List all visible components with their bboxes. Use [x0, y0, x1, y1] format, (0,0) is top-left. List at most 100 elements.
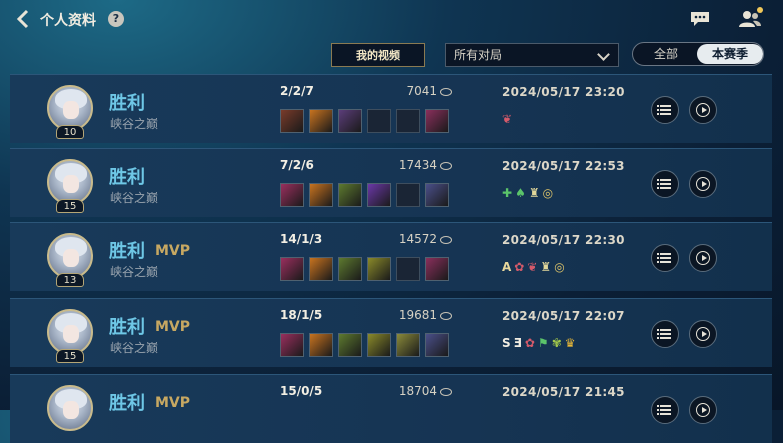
achievement-badge: ◎ [542, 185, 554, 200]
achievement-badge: ♛ [564, 335, 576, 350]
replay-button[interactable] [689, 244, 717, 272]
item-slot[interactable] [338, 183, 362, 207]
hero-level-badge: 13 [56, 273, 84, 287]
notification-dot [757, 7, 763, 13]
gold-coin-icon [440, 87, 452, 96]
season-toggle: 全部 本赛季 [632, 42, 764, 66]
item-slot[interactable] [280, 333, 304, 357]
kda: 15/0/5 [280, 384, 323, 398]
toggle-all[interactable]: 全部 [633, 43, 699, 65]
achievement-badge: Ǝ [513, 335, 522, 350]
empty-item-slot [396, 109, 420, 133]
replay-button[interactable] [689, 396, 717, 424]
hero-level-badge: 15 [56, 199, 84, 213]
mvp-label: MVP [155, 395, 191, 411]
achievement-badge: ✚ [502, 185, 513, 200]
match-result: 胜利 [109, 93, 145, 114]
match-time: 2024/05/17 22:07 [502, 309, 625, 323]
achievement-badge: ❦ [502, 111, 513, 126]
empty-item-slot [396, 183, 420, 207]
item-slot[interactable] [425, 183, 449, 207]
my-video-button[interactable]: 我的视频 [331, 43, 425, 67]
match-row[interactable]: 10 胜利 峡谷之巅 2/2/7 7041 2024/05/17 23:20 ❦ [10, 74, 772, 143]
gold-value: 17434 [398, 158, 437, 172]
match-row[interactable]: 15 胜利 峡谷之巅 7/2/6 17434 2024/05/17 22:53 … [10, 148, 772, 217]
item-slot[interactable] [367, 183, 391, 207]
item-slot[interactable] [396, 333, 420, 357]
gold-amount: 14572 [390, 232, 452, 246]
match-details-button[interactable] [651, 320, 679, 348]
hero-level-badge: 10 [56, 125, 84, 139]
item-slot[interactable] [338, 333, 362, 357]
gold-amount: 17434 [390, 158, 452, 172]
item-slot[interactable] [280, 257, 304, 281]
kda: 14/1/3 [280, 232, 323, 246]
item-slot[interactable] [309, 109, 333, 133]
achievement-badges: A ✿ ❦ ♜ ◎ [502, 256, 568, 274]
achievement-badges: ❦ [502, 108, 515, 126]
gold-amount: 18704 [390, 384, 452, 398]
achievement-badge: S [502, 335, 511, 350]
item-slot[interactable] [280, 183, 304, 207]
chat-bubble-icon[interactable] [690, 11, 710, 27]
hero-avatar [47, 385, 93, 431]
page-title: 个人资料 [40, 13, 96, 29]
kda: 2/2/7 [280, 84, 314, 98]
top-bar: 个人资料 ? [0, 0, 783, 40]
help-icon[interactable]: ? [108, 11, 124, 27]
item-slot[interactable] [425, 109, 449, 133]
match-time: 2024/05/17 22:30 [502, 233, 625, 247]
chevron-left-icon[interactable] [16, 9, 38, 31]
match-filter-select[interactable]: 所有对局 [445, 43, 619, 67]
item-slot[interactable] [425, 257, 449, 281]
hero-level-badge: 15 [56, 349, 84, 363]
match-result: 胜利 [109, 393, 145, 414]
gold-coin-icon [440, 235, 452, 244]
replay-button[interactable] [689, 320, 717, 348]
achievement-badge: ♜ [528, 185, 540, 200]
match-result: 胜利 [109, 241, 145, 262]
match-details-button[interactable] [651, 244, 679, 272]
achievement-badge: ♠ [515, 185, 526, 200]
match-details-button[interactable] [651, 170, 679, 198]
match-filter-value: 所有对局 [454, 48, 503, 62]
replay-button[interactable] [689, 96, 717, 124]
item-slot[interactable] [425, 333, 449, 357]
item-slot[interactable] [338, 257, 362, 281]
gold-value: 7041 [406, 84, 437, 98]
achievement-badge: ✾ [551, 335, 562, 350]
match-time: 2024/05/17 21:45 [502, 385, 625, 399]
item-slot[interactable] [367, 257, 391, 281]
item-slot[interactable] [309, 257, 333, 281]
game-mode: 峡谷之巅 [110, 341, 159, 355]
match-details-button[interactable] [651, 96, 679, 124]
replay-button[interactable] [689, 170, 717, 198]
item-slot[interactable] [309, 333, 333, 357]
achievement-badge: A [502, 259, 512, 274]
item-slot[interactable] [338, 109, 362, 133]
gold-coin-icon [440, 311, 452, 320]
achievement-badge: ♜ [540, 259, 552, 274]
chevron-down-icon [597, 48, 610, 61]
mvp-label: MVP [155, 243, 191, 259]
match-row[interactable]: 15 胜利 MVP 峡谷之巅 18/1/5 19681 2024/05/17 2… [10, 298, 772, 367]
gold-coin-icon [440, 161, 452, 170]
gold-amount: 7041 [390, 84, 452, 98]
game-mode: 峡谷之巅 [110, 117, 159, 131]
item-slot[interactable] [309, 183, 333, 207]
achievement-badges: S Ǝ ✿ ⚑ ✾ ♛ [502, 332, 579, 350]
gold-coin-icon [440, 387, 452, 396]
achievement-badge: ⚑ [537, 335, 549, 350]
item-slot[interactable] [367, 333, 391, 357]
gold-value: 18704 [398, 384, 437, 398]
gold-value: 19681 [398, 308, 437, 322]
match-result: 胜利 [109, 167, 145, 188]
item-slot[interactable] [280, 109, 304, 133]
match-row[interactable]: 胜利 MVP 15/0/5 18704 2024/05/17 21:45 [10, 374, 772, 443]
match-row[interactable]: 13 胜利 MVP 峡谷之巅 14/1/3 14572 2024/05/17 2… [10, 222, 772, 291]
mvp-label: MVP [155, 319, 191, 335]
match-details-button[interactable] [651, 396, 679, 424]
kda: 18/1/5 [280, 308, 323, 322]
toggle-this-season[interactable]: 本赛季 [697, 44, 763, 64]
game-mode: 峡谷之巅 [110, 265, 159, 279]
